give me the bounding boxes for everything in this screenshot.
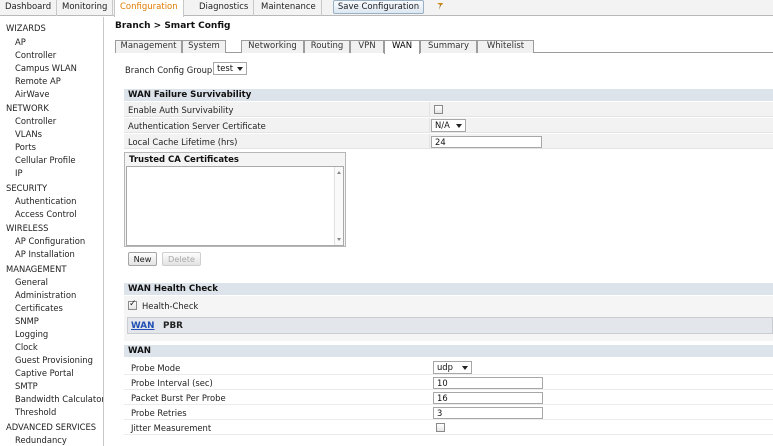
subtab-management[interactable]: Management bbox=[115, 40, 182, 53]
sidebar-item-redundancy[interactable]: Redundancy bbox=[15, 435, 67, 445]
jitter-measurement-label: Jitter Measurement bbox=[131, 423, 212, 433]
tab-pbr[interactable]: PBR bbox=[163, 321, 183, 331]
enable-auth-survivability-label: Enable Auth Survivability bbox=[128, 105, 234, 115]
jitter-measurement-checkbox[interactable] bbox=[436, 423, 445, 432]
enable-auth-survivability-checkbox[interactable] bbox=[434, 105, 443, 114]
probe-interval-input[interactable]: 10 bbox=[433, 377, 543, 389]
auth-server-certificate-select[interactable]: N/A bbox=[431, 119, 466, 132]
sidebar-item-general[interactable]: General bbox=[15, 277, 48, 287]
scrollbar[interactable] bbox=[334, 167, 343, 245]
probe-interval-label: Probe Interval (sec) bbox=[131, 378, 213, 388]
subtab-summary[interactable]: Summary bbox=[420, 40, 477, 53]
tab-configuration[interactable]: Configuration bbox=[114, 0, 184, 17]
wan-failure-survivability-header: WAN Failure Survivability bbox=[124, 89, 773, 101]
sidebar-item-administration[interactable]: Administration bbox=[15, 290, 76, 300]
sidebar-item-certificates[interactable]: Certificates bbox=[15, 303, 63, 313]
tab-dashboard[interactable]: Dashboard bbox=[0, 0, 58, 16]
wan-section-header: WAN bbox=[124, 345, 773, 357]
chevron-down-icon bbox=[237, 67, 243, 71]
sidebar-section-security: SECURITY bbox=[6, 183, 48, 193]
health-check-area: Health-Check WAN PBR bbox=[124, 296, 773, 341]
trusted-ca-certificates-title: Trusted CA Certificates bbox=[129, 155, 239, 165]
sidebar-section-management: MANAGEMENT bbox=[6, 264, 67, 274]
probe-mode-select[interactable]: udp bbox=[433, 361, 472, 374]
subtab-wan[interactable]: WAN bbox=[384, 40, 420, 54]
jitter-measurement-row: Jitter Measurement bbox=[124, 420, 773, 435]
probe-mode-label: Probe Mode bbox=[131, 363, 181, 373]
branch-config-group-label: Branch Config Group bbox=[125, 65, 213, 75]
auth-server-certificate-label: Authentication Server Certificate bbox=[128, 121, 266, 131]
probe-retries-input[interactable]: 3 bbox=[433, 407, 543, 419]
subtab-whitelist[interactable]: Whitelist bbox=[477, 40, 534, 53]
sidebar-item-airwave[interactable]: AirWave bbox=[15, 89, 50, 99]
health-check-label: Health-Check bbox=[142, 301, 199, 311]
health-check-tabs: WAN PBR bbox=[127, 317, 773, 334]
packet-burst-label: Packet Burst Per Probe bbox=[131, 393, 226, 403]
sidebar-item-cellular-profile[interactable]: Cellular Profile bbox=[15, 155, 76, 165]
sidebar-section-advanced-services: ADVANCED SERVICES bbox=[6, 422, 97, 432]
sidebar-item-smtp[interactable]: SMTP bbox=[15, 381, 38, 391]
enable-auth-survivability-row: Enable Auth Survivability bbox=[124, 102, 773, 117]
local-cache-lifetime-input[interactable]: 24 bbox=[431, 136, 542, 148]
subtab-routing[interactable]: Routing bbox=[304, 40, 350, 53]
subtab-networking[interactable]: Networking bbox=[241, 40, 304, 53]
probe-mode-value: udp bbox=[437, 362, 453, 372]
breadcrumb: Branch > Smart Config bbox=[115, 21, 231, 31]
new-button[interactable]: New bbox=[128, 252, 157, 266]
health-check-checkbox[interactable] bbox=[128, 299, 137, 310]
chevron-down-icon bbox=[456, 124, 462, 128]
probe-retries-label: Probe Retries bbox=[131, 408, 187, 418]
sidebar-item-threshold[interactable]: Threshold bbox=[15, 407, 56, 417]
sidebar-section-network: NETWORK bbox=[6, 103, 49, 113]
tab-wan[interactable]: WAN bbox=[131, 321, 154, 331]
subtab-bar: Management System Networking Routing VPN… bbox=[115, 40, 773, 54]
save-configuration-button[interactable]: Save Configuration bbox=[333, 0, 424, 14]
subtab-system[interactable]: System bbox=[182, 40, 226, 53]
sidebar-item-captive-portal[interactable]: Captive Portal bbox=[15, 368, 74, 378]
sidebar-item-ap-installation[interactable]: AP Installation bbox=[15, 249, 75, 259]
top-nav: Dashboard Monitoring Configuration Diagn… bbox=[0, 0, 773, 17]
sidebar-item-guest-provisioning[interactable]: Guest Provisioning bbox=[15, 355, 93, 365]
tab-monitoring[interactable]: Monitoring bbox=[57, 0, 114, 16]
auth-server-certificate-value: N/A bbox=[435, 120, 450, 130]
sidebar-section-wizards: WIZARDS bbox=[6, 23, 46, 33]
sidebar-item-authentication[interactable]: Authentication bbox=[15, 196, 76, 206]
tab-diagnostics[interactable]: Diagnostics bbox=[194, 0, 255, 16]
branch-config-group-select[interactable]: test bbox=[213, 62, 247, 75]
sidebar-item-ip[interactable]: IP bbox=[15, 168, 23, 178]
sidebar-section-wireless: WIRELESS bbox=[6, 223, 49, 233]
packet-burst-input[interactable]: 16 bbox=[433, 392, 543, 404]
sidebar-item-snmp[interactable]: SNMP bbox=[15, 316, 39, 326]
sidebar-item-clock[interactable]: Clock bbox=[15, 342, 38, 352]
sidebar-item-controller-wizard[interactable]: Controller bbox=[15, 50, 56, 60]
wan-health-check-header: WAN Health Check bbox=[124, 283, 773, 295]
trusted-ca-certificates-list[interactable] bbox=[126, 166, 344, 246]
sidebar-item-access-control[interactable]: Access Control bbox=[15, 209, 77, 219]
sidebar-item-logging[interactable]: Logging bbox=[15, 329, 48, 339]
sidebar-item-ap-configuration[interactable]: AP Configuration bbox=[15, 236, 85, 246]
sidebar-item-controller[interactable]: Controller bbox=[15, 116, 56, 126]
branch-config-group-value: test bbox=[217, 63, 234, 73]
subtab-vpn[interactable]: VPN bbox=[350, 40, 384, 53]
pin-icon[interactable] bbox=[436, 1, 446, 11]
tab-maintenance[interactable]: Maintenance bbox=[256, 0, 322, 16]
trusted-ca-certificates-panel: Trusted CA Certificates bbox=[124, 152, 346, 247]
scroll-down-icon[interactable] bbox=[337, 238, 341, 241]
sidebar: WIZARDS AP Controller Campus WLAN Remote… bbox=[0, 17, 104, 446]
chevron-down-icon bbox=[462, 366, 468, 370]
sidebar-item-bandwidth-calculator[interactable]: Bandwidth Calculator bbox=[15, 394, 103, 404]
sidebar-item-ports[interactable]: Ports bbox=[15, 142, 36, 152]
sidebar-item-remote-ap[interactable]: Remote AP bbox=[15, 76, 61, 86]
scroll-up-icon[interactable] bbox=[337, 171, 341, 174]
delete-button[interactable]: Delete bbox=[162, 252, 201, 266]
sidebar-item-vlans[interactable]: VLANs bbox=[15, 129, 42, 139]
local-cache-lifetime-label: Local Cache Lifetime (hrs) bbox=[128, 137, 238, 147]
sidebar-item-ap[interactable]: AP bbox=[15, 37, 26, 47]
sidebar-item-campus-wlan[interactable]: Campus WLAN bbox=[15, 63, 77, 73]
